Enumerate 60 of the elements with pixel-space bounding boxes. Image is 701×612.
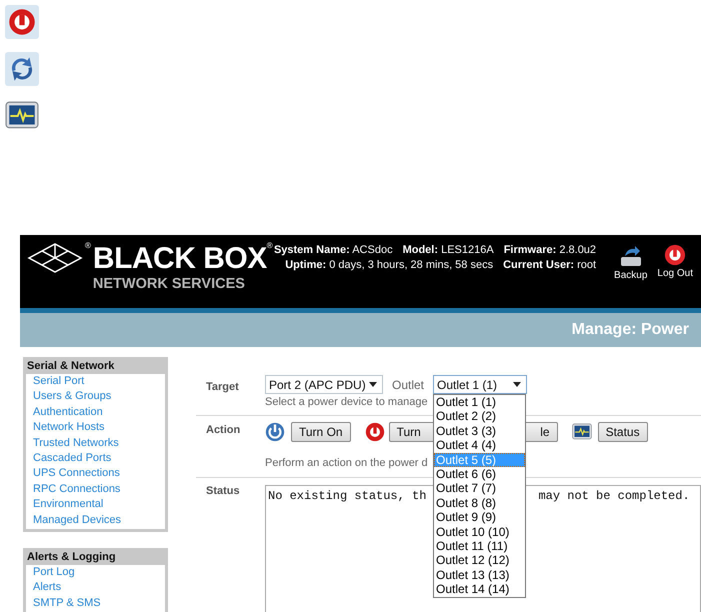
field-label: Target	[206, 380, 240, 395]
dropdown-option[interactable]: Outlet 14 (14)	[434, 582, 526, 597]
sidebar-link[interactable]: SMTP & SMS	[26, 596, 165, 612]
sidebar-heading: Serial & Network	[26, 359, 116, 374]
dropdown-option[interactable]: Outlet 10 (10)	[434, 524, 526, 540]
monitor-icon	[572, 422, 592, 442]
refresh-icon	[5, 52, 39, 86]
dropdown-option[interactable]: Outlet 13 (13)	[434, 568, 526, 582]
help-text: Perform an action on the power d	[265, 456, 428, 471]
dropdown-option[interactable]: Outlet 2 (2)	[434, 409, 526, 424]
help-text: Select a power device to manage	[265, 395, 428, 410]
status-text: No existing status, th	[268, 489, 426, 505]
status-text: may not be completed.	[538, 489, 690, 505]
turn-on-button[interactable]: Turn On	[291, 422, 351, 442]
sidebar-link[interactable]: Authentication	[26, 404, 165, 420]
sidebar-link[interactable]: Users & Groups	[26, 389, 165, 405]
system-info-text: Model: LES1216A	[402, 243, 494, 258]
sidebar-link[interactable]: Serial Port	[26, 374, 165, 390]
sidebar-link[interactable]: Trusted Networks	[26, 436, 165, 452]
logo-title: BLACK BOX	[92, 242, 267, 276]
sidebar-link[interactable]: UPS Connections	[26, 466, 165, 482]
logout-button[interactable]: Log Out	[657, 244, 693, 281]
dropdown-arrow-icon	[369, 382, 377, 387]
field-label: Status	[206, 485, 241, 499]
sidebar-heading: Alerts & Logging	[26, 550, 117, 566]
logo-subtitle: NETWORK SERVICES	[92, 276, 246, 292]
backup-button[interactable]: Backup	[614, 244, 648, 281]
system-info-text: Current User: root	[503, 258, 596, 273]
dropdown-option[interactable]: Outlet 7 (7)	[434, 481, 526, 496]
sidebar-link[interactable]: Network Hosts	[26, 420, 165, 436]
power-off-icon	[5, 5, 39, 39]
power-icon	[265, 422, 285, 442]
field-label: Outlet	[392, 378, 424, 392]
registered-mark: ®	[85, 242, 91, 250]
page-title: Manage: Power	[572, 321, 689, 339]
power-off-icon	[364, 422, 385, 442]
dropdown-arrow-icon	[513, 382, 522, 387]
power-off-icon	[664, 244, 686, 266]
sidebar-link[interactable]: Managed Devices	[26, 512, 165, 528]
outlet-select[interactable]: Outlet 1 (1)	[433, 375, 528, 394]
system-info-text: System Name: ACSdoc	[274, 243, 393, 258]
drive-icon	[618, 244, 643, 268]
sidebar-link[interactable]: Cascaded Ports	[26, 451, 165, 466]
sidebar-link[interactable]: RPC Connections	[26, 482, 165, 498]
sidebar-link[interactable]: Alerts	[26, 580, 165, 596]
field-label: Action	[206, 423, 242, 438]
sidebar-link[interactable]: Environmental	[26, 497, 165, 513]
registered-mark: ®	[266, 242, 273, 250]
device-select[interactable]: Port 2 (APC PDU)	[265, 375, 383, 394]
dropdown-option[interactable]: Outlet 11 (11)	[434, 539, 526, 554]
cube-logo-icon	[27, 242, 83, 274]
dropdown-option[interactable]: Outlet 9 (9)	[434, 510, 526, 525]
system-info-text: Firmware: 2.8.0u2	[504, 243, 596, 258]
status-button[interactable]: Status	[598, 422, 648, 442]
system-info-text: Uptime: 0 days, 3 hours, 28 mins, 58 secs	[285, 258, 494, 273]
sidebar-link[interactable]: Port Log	[26, 565, 165, 580]
dropdown-option[interactable]: Outlet 6 (6)	[434, 467, 526, 482]
dropdown-option[interactable]: Outlet 12 (12)	[434, 553, 526, 568]
dropdown-option[interactable]: Outlet 1 (1)	[434, 395, 526, 410]
dropdown-option[interactable]: Outlet 8 (8)	[434, 496, 526, 510]
